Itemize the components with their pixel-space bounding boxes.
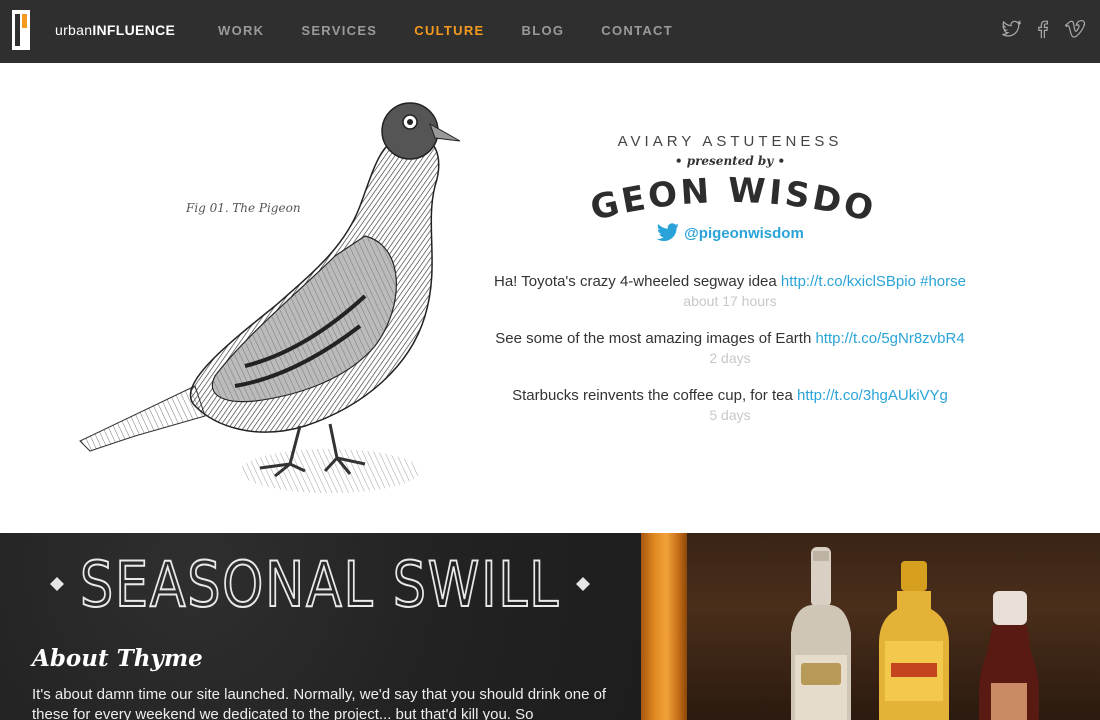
pigeon-illustration xyxy=(79,102,461,493)
nav-contact[interactable]: CONTACT xyxy=(601,23,673,38)
section-kicker: AVIARY ASTUTENESS xyxy=(617,133,843,150)
logo-text-light: urban xyxy=(55,22,93,38)
diamond-ornament-right-icon xyxy=(576,577,590,591)
tweet-hashtag[interactable]: #horse xyxy=(916,273,966,290)
nav-culture[interactable]: CULTURE xyxy=(414,23,484,38)
tweet-body: Starbucks reinvents the coffee cup, for … xyxy=(512,387,797,404)
pigeon-wisdom-wordmark: PIGEON WISDOM xyxy=(560,170,880,226)
about-body-text: It's about damn time our site launched. … xyxy=(32,686,607,720)
facebook-icon[interactable] xyxy=(1032,18,1054,40)
wood-divider xyxy=(641,533,687,720)
tweet-item: See some of the most amazing images of E… xyxy=(430,329,1030,368)
tweet-item: Starbucks reinvents the coffee cup, for … xyxy=(430,386,1030,425)
tweet-body: Ha! Toyota's crazy 4-wheeled segway idea xyxy=(493,273,781,290)
vimeo-icon[interactable] xyxy=(1064,18,1086,40)
twitter-handle[interactable]: @pigeonwisdom xyxy=(560,223,900,243)
tweet-link[interactable]: http://t.co/3hgAUkiVYg xyxy=(797,387,948,404)
tweet-timestamp: about 17 hours xyxy=(683,293,777,309)
figure-caption: Fig 01. The Pigeon xyxy=(186,201,301,215)
logo-wordmark[interactable]: urbanINFLUENCE xyxy=(55,22,175,38)
swill-title-text: SEASONAL SWILL xyxy=(80,548,560,618)
twitter-icon[interactable] xyxy=(1000,18,1022,40)
tweet-body: See some of the most amazing images of E… xyxy=(495,330,816,347)
bottles-photo xyxy=(687,533,1100,720)
bottle-neck xyxy=(993,591,1027,625)
nav-work[interactable]: WORK xyxy=(218,23,264,38)
logo-mark-icon[interactable] xyxy=(12,10,30,50)
tweet-text: See some of the most amazing images of E… xyxy=(430,329,1030,349)
presented-by-label: • presented by • xyxy=(674,154,786,168)
tweet-item: Ha! Toyota's crazy 4-wheeled segway idea… xyxy=(430,272,1030,311)
brand-text: PIGEON WISDOM xyxy=(560,170,877,226)
main-nav: WORK SERVICES CULTURE BLOG CONTACT xyxy=(218,23,710,38)
tweet-text: Ha! Toyota's crazy 4-wheeled segway idea… xyxy=(430,272,1030,292)
handle-text: @pigeonwisdom xyxy=(684,225,804,242)
logo-text-bold: INFLUENCE xyxy=(92,22,176,38)
tweet-text: Starbucks reinvents the coffee cup, for … xyxy=(430,386,1030,406)
social-links xyxy=(1000,18,1086,40)
figure-number: Fig 01. xyxy=(186,201,229,215)
tweet-timestamp: 2 days xyxy=(709,350,751,366)
nav-services[interactable]: SERVICES xyxy=(301,23,377,38)
bottle-neck xyxy=(901,561,927,591)
tweet-link[interactable]: http://t.co/5gNr8zvbR4 xyxy=(815,330,964,347)
tweet-timestamp: 5 days xyxy=(709,407,751,423)
nav-blog[interactable]: BLOG xyxy=(522,23,565,38)
figure-name: The Pigeon xyxy=(232,201,301,215)
twitter-bird-icon xyxy=(657,223,680,241)
about-heading: About Thyme xyxy=(32,645,203,672)
top-navigation-bar: urbanINFLUENCE WORK SERVICES CULTURE BLO… xyxy=(0,0,1100,63)
diamond-ornament-left-icon xyxy=(50,577,64,591)
seasonal-swill-heading: SEASONAL SWILL xyxy=(50,548,590,618)
tweet-list: Ha! Toyota's crazy 4-wheeled segway idea… xyxy=(430,272,1030,443)
svg-text:PIGEON WISDOM: PIGEON WISDOM xyxy=(560,170,880,226)
tweet-link[interactable]: http://t.co/kxiclSBpio xyxy=(781,273,916,290)
